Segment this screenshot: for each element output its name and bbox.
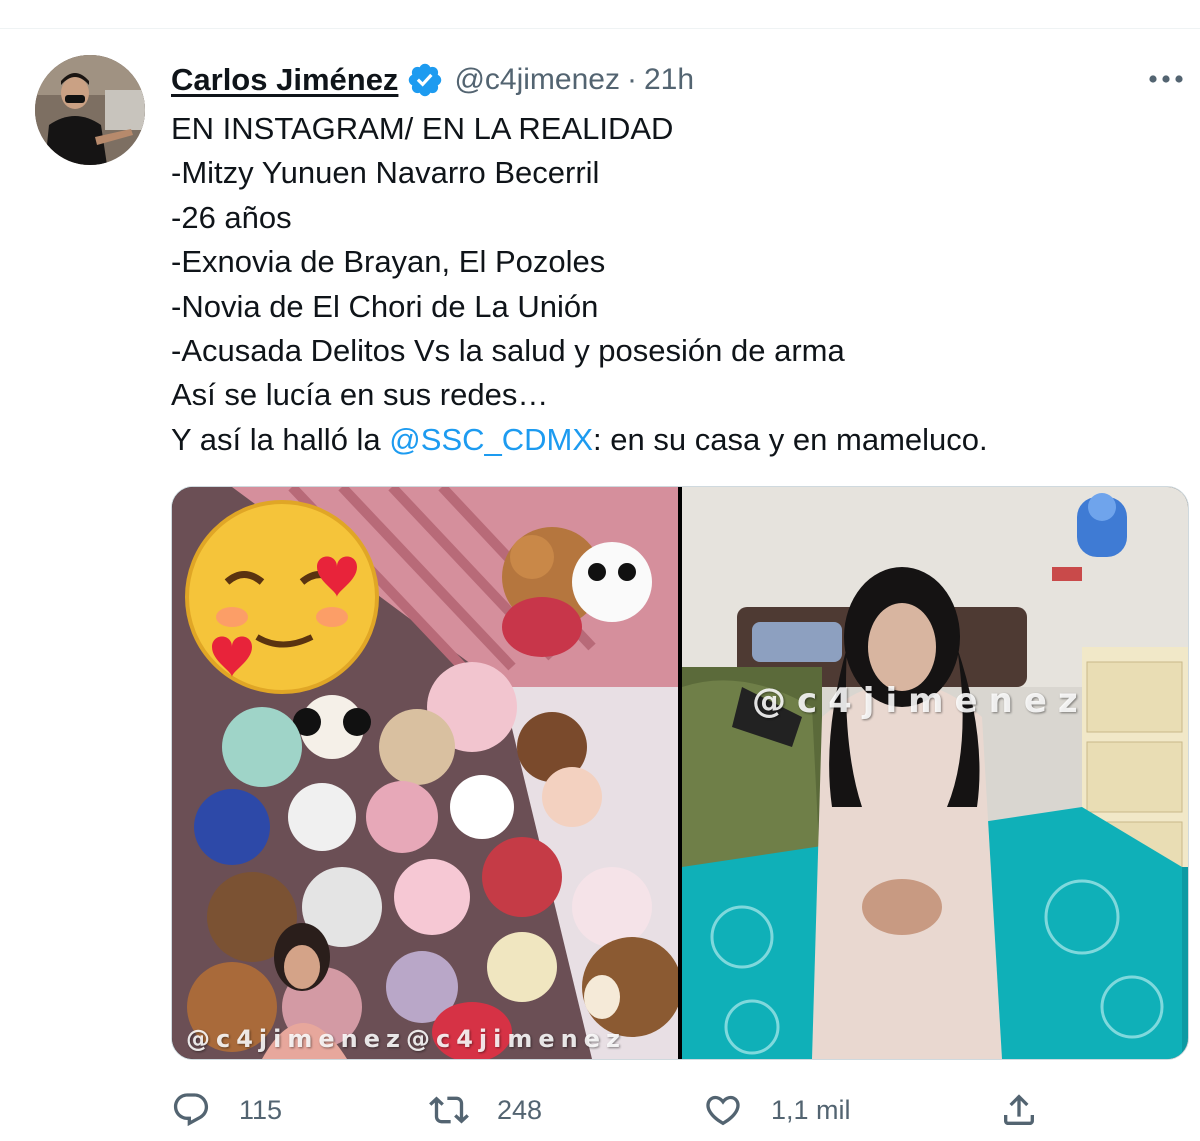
timeline-divider: [0, 28, 1200, 29]
tweet-text: EN INSTAGRAM/ EN LA REALIDAD -Mitzy Yunu…: [171, 107, 1171, 462]
heart-icon: [706, 1095, 740, 1126]
reply-button[interactable]: 115: [171, 1080, 282, 1140]
left-photo-watermark: @c4jimenez@c4jimenez: [186, 1025, 626, 1053]
more-options-button[interactable]: [1146, 62, 1186, 96]
share-icon: [1004, 1094, 1034, 1125]
tweet-text-line: Así se lucía en sus redes…: [171, 377, 549, 413]
tweet-text-last-line: Y así la halló la @SSC_CDMX: en su casa …: [171, 418, 1171, 462]
tweet-text-line: -Exnovia de Brayan, El Pozoles: [171, 244, 606, 280]
retweet-icon: [429, 1096, 469, 1124]
tweet-text-line: -Mitzy Yunuen Navarro Becerril: [171, 155, 600, 191]
photo-plush-toys[interactable]: @c4jimenez@c4jimenez: [172, 487, 678, 1059]
mention-link[interactable]: @SSC_CDMX: [389, 422, 593, 457]
more-dots-icon: [1149, 75, 1183, 83]
plush-toys-image: [172, 487, 678, 1059]
reply-count: 115: [239, 1094, 283, 1125]
verified-badge-icon: [409, 63, 442, 97]
avatar-photo: [35, 55, 145, 165]
retweet-count: 248: [497, 1094, 543, 1125]
right-photo-watermark: @c4jimenez: [752, 681, 1089, 721]
bedroom-image: [682, 487, 1188, 1059]
tweet-text-line: EN INSTAGRAM/ EN LA REALIDAD: [171, 111, 674, 146]
tweet-text-line: -Acusada Delitos Vs la salud y posesión …: [171, 333, 845, 369]
header-separator: ·: [626, 63, 637, 96]
tweet-timestamp[interactable]: 21h: [644, 63, 694, 97]
author-avatar[interactable]: [35, 55, 145, 165]
last-line-after: : en su casa y en mameluco.: [593, 421, 988, 457]
tweet-actions: 115 248 1,1 mil: [171, 1080, 1187, 1140]
tweet-text-line: -Novia de El Chori de La Unión: [171, 288, 599, 324]
like-button[interactable]: 1,1 mil: [703, 1080, 851, 1140]
author-display-name[interactable]: Carlos Jiménez: [171, 62, 398, 98]
like-count: 1,1 mil: [771, 1094, 851, 1125]
tweet-media: @c4jimenez@c4jimenez @c4jimenez: [171, 486, 1189, 1060]
photo-bedroom[interactable]: @c4jimenez: [682, 487, 1188, 1059]
last-line-before: Y así la halló la: [171, 421, 390, 457]
tweet-text-line: -26 años: [171, 199, 292, 235]
author-handle[interactable]: @c4jimenez: [454, 63, 620, 97]
tweet-header: Carlos Jiménez @c4jimenez · 21h: [171, 58, 694, 102]
retweet-button[interactable]: 248: [429, 1080, 542, 1140]
share-button[interactable]: [999, 1080, 1039, 1140]
reply-icon: [173, 1093, 209, 1127]
